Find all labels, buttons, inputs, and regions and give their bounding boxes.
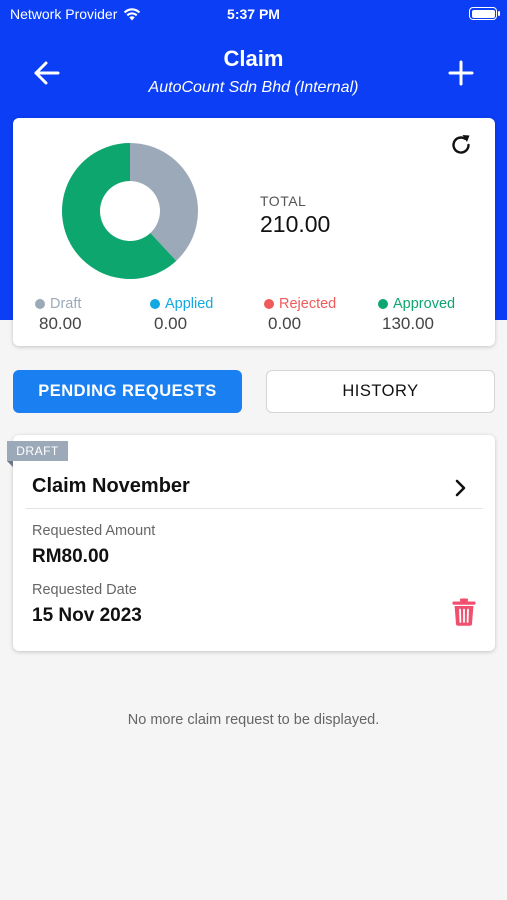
legend-approved-value: 130.00 xyxy=(382,314,434,333)
tab-history[interactable]: HISTORY xyxy=(266,370,495,413)
requested-date-label: Requested Date xyxy=(32,582,137,598)
claim-title: Claim November xyxy=(32,475,190,497)
legend-rejected-dot xyxy=(264,299,274,309)
claim-card[interactable]: Claim November Requested Amount RM80.00 … xyxy=(13,435,495,651)
requested-date-value: 15 Nov 2023 xyxy=(32,605,142,626)
legend-approved: Approved 130.00 xyxy=(378,296,455,334)
page-title: Claim xyxy=(223,46,284,71)
legend-applied-label: Applied xyxy=(150,296,213,312)
total-value: 210.00 xyxy=(260,211,331,237)
legend-draft: Draft 80.00 xyxy=(35,296,82,334)
refresh-button[interactable] xyxy=(448,132,474,158)
legend-applied: Applied 0.00 xyxy=(150,296,213,334)
chevron-right-icon xyxy=(455,479,466,497)
status-time: 5:37 PM xyxy=(227,6,280,22)
requested-amount-label: Requested Amount xyxy=(32,523,156,539)
legend-approved-text: Approved xyxy=(393,296,456,312)
legend-approved-dot xyxy=(378,299,388,309)
plus-icon xyxy=(448,60,474,86)
legend-applied-dot xyxy=(150,299,160,309)
summary-card: TOTAL 210.00 Draft 80.00 Applied 0.00 Re… xyxy=(13,118,495,346)
legend-rejected-value: 0.00 xyxy=(268,314,302,333)
refresh-icon xyxy=(452,135,470,154)
legend-draft-value: 80.00 xyxy=(39,314,82,333)
tab-pending-requests[interactable]: PENDING REQUESTS xyxy=(13,370,242,413)
claim-divider xyxy=(26,508,483,509)
legend-applied-value: 0.00 xyxy=(154,314,188,333)
legend-draft-text: Draft xyxy=(50,296,82,312)
requested-amount-value: RM80.00 xyxy=(32,546,110,567)
status-tag-draft: DRAFT xyxy=(7,441,68,461)
legend-rejected-label: Rejected xyxy=(264,296,336,312)
battery-fill xyxy=(471,9,495,18)
status-bar: Network Provider 5:37 PM xyxy=(0,0,507,28)
add-claim-button[interactable] xyxy=(446,58,476,88)
legend-draft-label: Draft xyxy=(35,296,82,312)
legend-draft-dot xyxy=(35,299,45,309)
legend-rejected: Rejected 0.00 xyxy=(264,296,336,334)
legend-approved-label: Approved xyxy=(378,296,455,312)
page-subtitle: AutoCount Sdn Bhd (Internal) xyxy=(148,79,359,96)
delete-claim-button[interactable] xyxy=(451,597,477,627)
battery-icon xyxy=(469,7,500,20)
status-tag-fold xyxy=(7,461,13,467)
legend-applied-text: Applied xyxy=(165,296,214,312)
empty-list-message: No more claim request to be displayed. xyxy=(127,712,380,728)
claim-open-button[interactable] xyxy=(451,477,471,499)
status-donut-chart xyxy=(62,143,199,279)
total-label: TOTAL xyxy=(260,193,307,209)
legend-rejected-text: Rejected xyxy=(279,296,337,312)
